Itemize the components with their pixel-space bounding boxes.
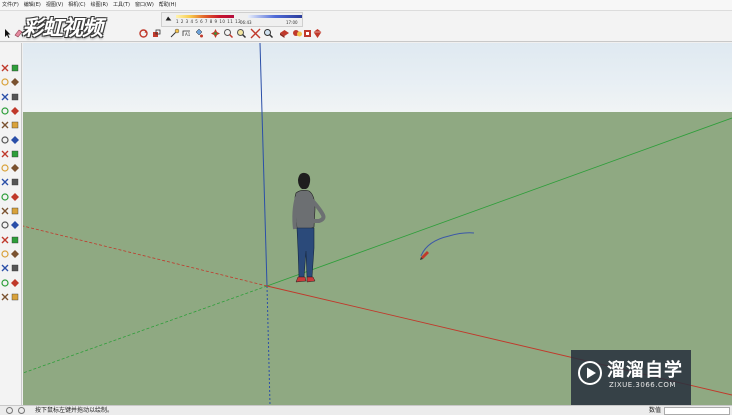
measurements-label: 数值 bbox=[649, 407, 662, 414]
dimension-icon[interactable] bbox=[10, 206, 20, 216]
rotate-refresh-icon[interactable] bbox=[138, 28, 149, 39]
circle-icon[interactable] bbox=[0, 120, 10, 130]
shadow-toggle-icon[interactable] bbox=[164, 14, 173, 23]
rotated-rect-icon[interactable] bbox=[10, 106, 20, 116]
3d-text-icon[interactable] bbox=[10, 235, 20, 245]
menu-draw[interactable]: 绘图(R) bbox=[91, 0, 108, 10]
time-slider[interactable] bbox=[248, 15, 302, 18]
month-slider[interactable] bbox=[176, 15, 234, 18]
tool-palette bbox=[0, 43, 22, 405]
month-ticks: 1 2 3 4 5 6 7 8 9 10 11 12 bbox=[176, 19, 242, 24]
zoom-window-icon[interactable] bbox=[263, 28, 274, 39]
pan-icon[interactable] bbox=[223, 28, 234, 39]
rotate-icon[interactable] bbox=[0, 177, 10, 187]
paint-bucket-icon[interactable] bbox=[193, 28, 204, 39]
follow-me-icon[interactable] bbox=[10, 177, 20, 187]
arc3-icon[interactable] bbox=[0, 149, 10, 159]
warehouse-icon[interactable] bbox=[279, 28, 290, 39]
freehand-icon[interactable] bbox=[10, 92, 20, 102]
menu-file[interactable]: 文件(F) bbox=[2, 0, 19, 10]
menu-bar: 文件(F) 编辑(E) 视图(V) 相机(C) 绘图(R) 工具(T) 窗口(W… bbox=[0, 0, 732, 11]
ruby-icon[interactable] bbox=[312, 28, 323, 39]
menu-window[interactable]: 窗口(W) bbox=[135, 0, 154, 10]
brand-logo-text: 彩虹视频 bbox=[22, 16, 103, 40]
orbit-icon[interactable] bbox=[0, 249, 10, 259]
time-end-label: 17:00 bbox=[286, 20, 298, 25]
menu-view[interactable]: 视图(V) bbox=[46, 0, 63, 10]
axes-icon[interactable] bbox=[0, 235, 10, 245]
tape-measure-icon[interactable] bbox=[169, 28, 180, 39]
menu-edit[interactable]: 编辑(E) bbox=[24, 0, 41, 10]
scale-icon[interactable] bbox=[0, 192, 10, 202]
orbit-icon[interactable] bbox=[210, 28, 221, 39]
dimension-icon[interactable]: A1 bbox=[181, 28, 192, 39]
zoom-window-icon[interactable] bbox=[10, 263, 20, 273]
sketchup-window: 文件(F) 编辑(E) 视图(V) 相机(C) 绘图(R) 工具(T) 窗口(W… bbox=[0, 0, 732, 415]
pie-icon[interactable] bbox=[10, 135, 20, 145]
status-hint: 按下鼠标左键并拖动以绘制。 bbox=[35, 407, 114, 414]
pan-icon[interactable] bbox=[10, 249, 20, 259]
rectangle-icon[interactable] bbox=[0, 106, 10, 116]
time-start-label: 06:43 bbox=[240, 20, 252, 25]
select-icon[interactable] bbox=[0, 63, 10, 73]
arc2-icon[interactable] bbox=[10, 149, 20, 159]
geo-location-icon[interactable] bbox=[6, 407, 13, 414]
brand-logo: 彩虹视频 bbox=[22, 12, 103, 42]
component-icon[interactable] bbox=[10, 63, 20, 73]
watermark-title: 溜溜自学 bbox=[607, 360, 683, 381]
zoom-extents-icon[interactable] bbox=[0, 278, 10, 288]
push-pull-icon[interactable] bbox=[10, 163, 20, 173]
tape-icon[interactable] bbox=[0, 206, 10, 216]
text-icon[interactable] bbox=[10, 220, 20, 230]
look-around-icon[interactable] bbox=[10, 292, 20, 302]
paint-icon[interactable] bbox=[0, 77, 10, 87]
svg-text:A1: A1 bbox=[185, 32, 191, 37]
toolbar: A1 bbox=[0, 11, 732, 42]
credits-icon[interactable] bbox=[18, 407, 25, 414]
position-camera-icon[interactable] bbox=[10, 278, 20, 288]
line-icon[interactable] bbox=[0, 92, 10, 102]
scale-icon[interactable] bbox=[151, 28, 162, 39]
arc-icon[interactable] bbox=[0, 135, 10, 145]
menu-help[interactable]: 帮助(H) bbox=[159, 0, 177, 10]
offset-icon[interactable] bbox=[10, 192, 20, 202]
walk-icon[interactable] bbox=[0, 292, 10, 302]
select-arrow-icon[interactable] bbox=[2, 28, 13, 39]
watermark-url: ZIXUE.3066.COM bbox=[609, 381, 676, 389]
play-logo-icon bbox=[578, 361, 602, 385]
menu-camera[interactable]: 相机(C) bbox=[68, 0, 85, 10]
move-icon[interactable] bbox=[0, 163, 10, 173]
eraser-icon[interactable] bbox=[10, 77, 20, 87]
zoom-icon[interactable] bbox=[236, 28, 247, 39]
measurements-input[interactable] bbox=[664, 407, 730, 415]
shadow-settings-panel: 1 2 3 4 5 6 7 8 9 10 11 12 06:43 17:00 bbox=[161, 12, 303, 27]
polygon-icon[interactable] bbox=[10, 120, 20, 130]
menu-tools[interactable]: 工具(T) bbox=[113, 0, 130, 10]
zoom-extents-icon[interactable] bbox=[250, 28, 261, 39]
protractor-icon[interactable] bbox=[0, 220, 10, 230]
status-bar: 按下鼠标左键并拖动以绘制。 数值 bbox=[0, 405, 732, 415]
site-watermark: 溜溜自学 ZIXUE.3066.COM bbox=[571, 350, 691, 405]
zoom-icon[interactable] bbox=[0, 263, 10, 273]
